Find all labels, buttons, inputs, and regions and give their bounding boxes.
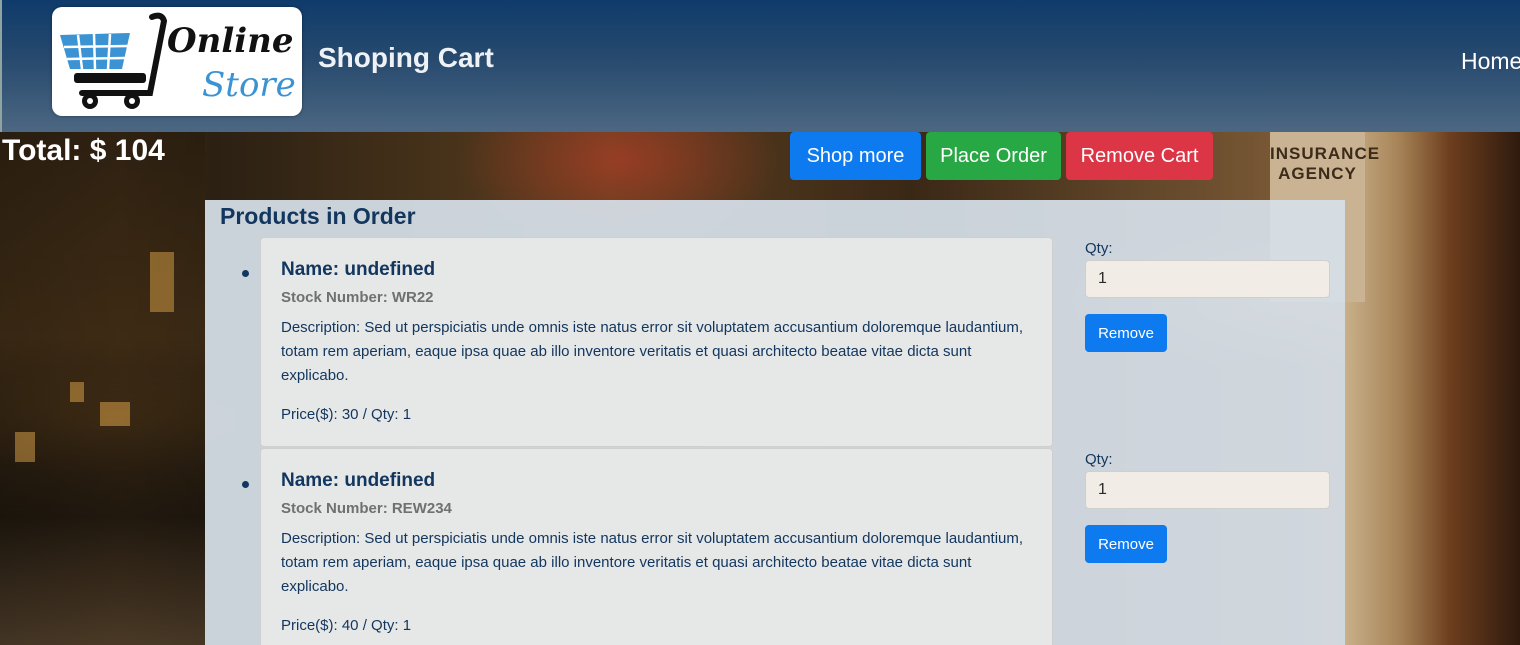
- products-panel: Products in Order Name: undefined Stock …: [205, 200, 1345, 645]
- qty-input[interactable]: [1085, 260, 1330, 298]
- products-heading: Products in Order: [220, 203, 416, 229]
- list-bullet: [242, 481, 249, 488]
- product-description: Description: Sed ut perspiciatis unde om…: [281, 319, 1024, 384]
- qty-label: Qty:: [1085, 451, 1113, 468]
- cart-total: Total: $ 104: [2, 134, 165, 167]
- qty-label: Qty:: [1085, 240, 1113, 257]
- place-order-button[interactable]: Place Order: [926, 132, 1061, 180]
- product-description: Description: Sed ut perspiciatis unde om…: [281, 530, 1024, 595]
- logo-text-store: Store: [202, 65, 296, 105]
- list-bullet: [242, 270, 249, 277]
- product-price: Price($): 40 / Qty: 1: [281, 617, 412, 634]
- product-name: Name: undefined: [281, 259, 436, 280]
- logo-text-online: Online: [167, 21, 294, 61]
- shop-more-button[interactable]: Shop more: [790, 132, 921, 180]
- remove-item-button[interactable]: Remove: [1085, 525, 1167, 563]
- page-title: Shoping Cart: [318, 42, 494, 73]
- background-building: [1345, 132, 1520, 645]
- store-logo[interactable]: Online Store: [52, 7, 302, 116]
- product-card: Name: undefined Stock Number: REW234 Des…: [260, 448, 1053, 645]
- product-stock-number: Stock Number: REW234: [281, 500, 452, 517]
- nav-home-link[interactable]: Home: [1461, 48, 1520, 75]
- product-name: Name: undefined: [281, 470, 436, 491]
- qty-input[interactable]: [1085, 471, 1330, 509]
- background-street-photo: [0, 132, 205, 645]
- remove-item-button[interactable]: Remove: [1085, 314, 1167, 352]
- product-card: Name: undefined Stock Number: WR22 Descr…: [260, 237, 1053, 447]
- product-stock-number: Stock Number: WR22: [281, 289, 434, 306]
- page: INSURANCE AGENCY Online Store Shoping Ca…: [0, 0, 1520, 645]
- product-price: Price($): 30 / Qty: 1: [281, 406, 412, 423]
- top-header: Online Store Shoping Cart Home: [0, 0, 1520, 132]
- remove-cart-button[interactable]: Remove Cart: [1066, 132, 1213, 180]
